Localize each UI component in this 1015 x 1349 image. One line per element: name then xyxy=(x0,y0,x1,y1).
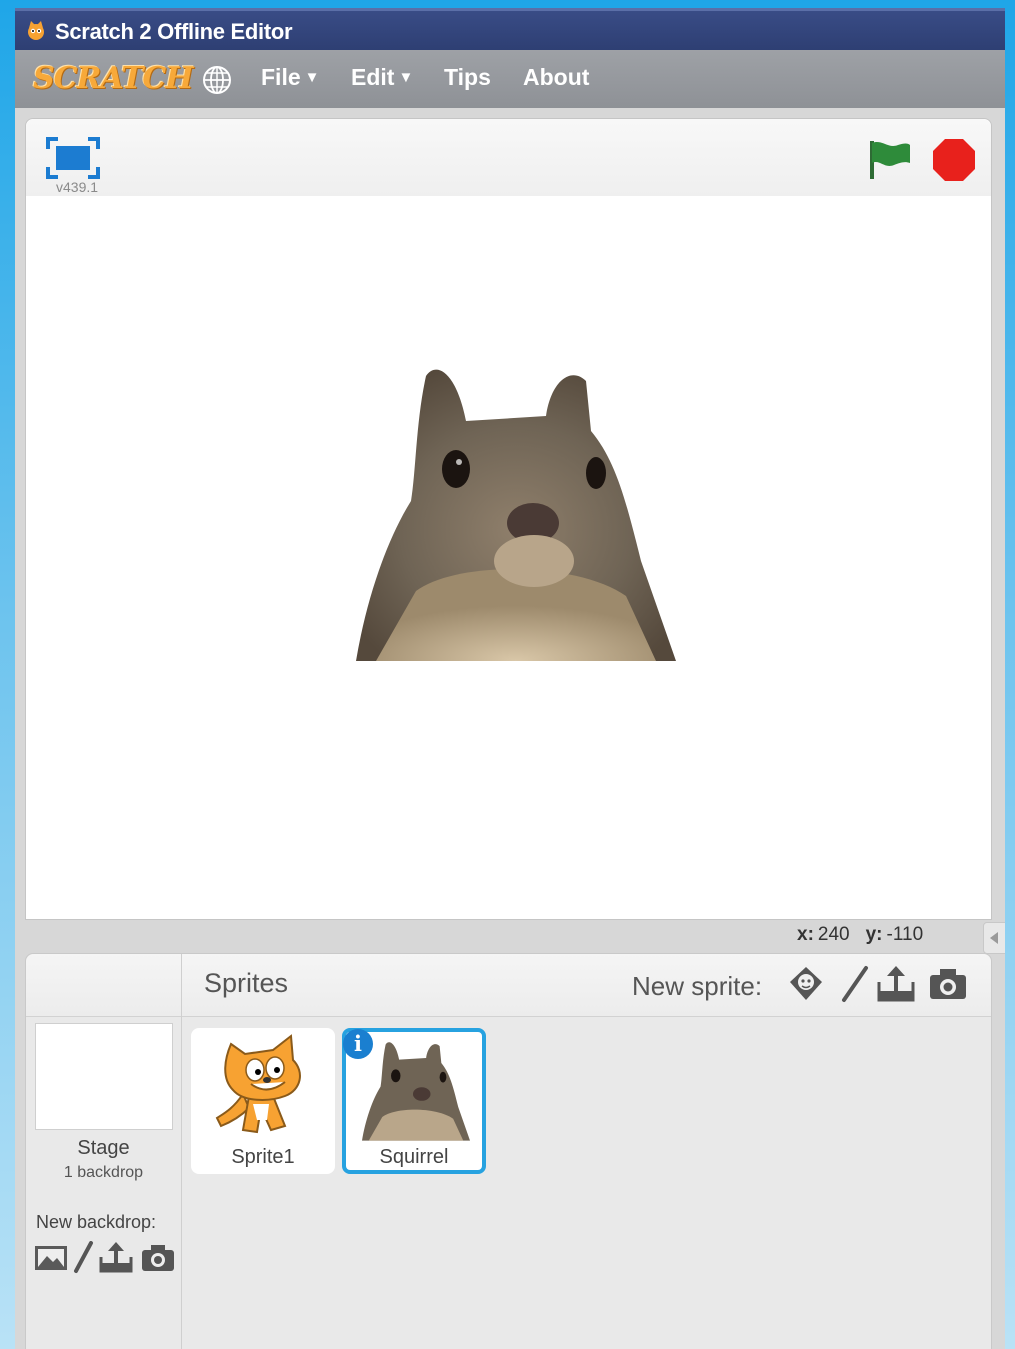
scratch-cat-thumbnail xyxy=(215,1034,301,1134)
sprite-list: Sprites New sprite: Sprite1 i Squirrel xyxy=(182,954,991,1349)
stop-sign-icon[interactable] xyxy=(931,137,977,183)
sprite-name: Squirrel xyxy=(379,1146,449,1168)
stage-canvas[interactable] xyxy=(26,196,991,919)
menu-file[interactable]: File ▼ xyxy=(261,64,319,91)
scratch-logo[interactable]: SCRATCH xyxy=(33,60,194,98)
editor-window: Scratch 2 Offline Editor SCRATCH File ▼ E… xyxy=(15,8,1005,1349)
camera-backdrop-icon[interactable] xyxy=(140,1243,176,1273)
new-sprite-label: New sprite: xyxy=(632,971,763,1001)
sprite-tile-sprite1[interactable]: Sprite1 xyxy=(191,1028,335,1174)
menu-file-label: File xyxy=(261,64,301,90)
menu-about[interactable]: About xyxy=(523,64,589,91)
x-value: 240 xyxy=(817,924,850,945)
scratch-cat-app-icon xyxy=(28,21,44,40)
version-label: v439.1 xyxy=(56,179,99,195)
sprite-name: Sprite1 xyxy=(231,1146,295,1168)
sprites-pane: Stage 1 backdrop New backdrop: Sprites N… xyxy=(25,953,992,1349)
stage-thumbnail[interactable] xyxy=(35,1023,173,1130)
stage-label: Stage xyxy=(77,1137,130,1159)
menu-file-caret: ▼ xyxy=(304,69,320,86)
x-label: x: xyxy=(797,924,814,945)
title-bar: Scratch 2 Offline Editor xyxy=(15,8,1005,50)
new-backdrop-label: New backdrop: xyxy=(36,1212,157,1232)
stage-panel: v439.1 xyxy=(25,118,992,920)
menu-about-label: About xyxy=(523,64,590,90)
stage-toolbar: v439.1 xyxy=(26,119,991,197)
squirrel-thumbnail xyxy=(362,1042,470,1141)
menu-edit-caret: ▼ xyxy=(398,69,414,86)
stage-column: Stage 1 backdrop New backdrop: xyxy=(26,954,182,1349)
backdrop-library-icon[interactable] xyxy=(34,1243,68,1273)
menu-bar: SCRATCH File ▼ Edit ▼ Tips About xyxy=(15,50,1005,108)
green-flag-icon[interactable] xyxy=(866,137,914,181)
sprite-tile-squirrel[interactable]: i Squirrel xyxy=(342,1028,486,1174)
sprites-title: Sprites xyxy=(204,968,289,998)
upload-backdrop-icon[interactable] xyxy=(98,1241,134,1275)
upload-sprite-icon[interactable] xyxy=(876,964,916,1004)
sprite-library-icon[interactable] xyxy=(786,964,826,1004)
squirrel-sprite-on-stage[interactable] xyxy=(356,361,676,661)
menu-tips-label: Tips xyxy=(444,64,491,90)
menu-edit[interactable]: Edit ▼ xyxy=(351,64,413,91)
sprite-info-button[interactable]: i xyxy=(343,1029,373,1059)
menu-tips[interactable]: Tips xyxy=(444,64,491,91)
collapse-stage-tab[interactable] xyxy=(983,922,1005,954)
backdrop-count: 1 backdrop xyxy=(63,1164,144,1181)
new-backdrop-buttons xyxy=(34,1241,179,1275)
camera-sprite-icon[interactable] xyxy=(928,964,968,1004)
stage-column-header xyxy=(26,954,181,1017)
window-title: Scratch 2 Offline Editor xyxy=(55,19,293,44)
paint-sprite-icon[interactable] xyxy=(834,964,874,1004)
fullscreen-icon[interactable] xyxy=(46,137,100,179)
menu-edit-label: Edit xyxy=(351,64,395,90)
y-label: y: xyxy=(865,924,883,945)
sprite-list-header: Sprites New sprite: xyxy=(182,954,991,1017)
y-value: -110 xyxy=(886,924,924,945)
language-globe-icon[interactable] xyxy=(201,64,233,96)
paint-backdrop-icon[interactable] xyxy=(72,1241,94,1275)
mouse-coordinates: x: 240 y: -110 xyxy=(797,924,923,946)
